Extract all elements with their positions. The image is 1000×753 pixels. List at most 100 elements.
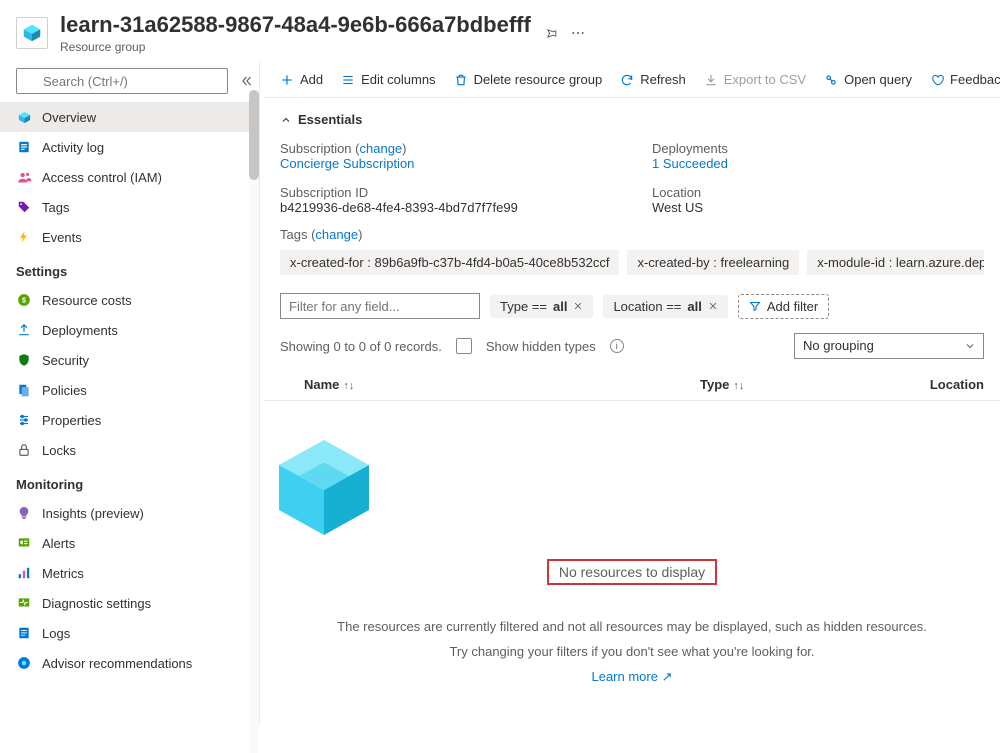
- sidebar-item-properties[interactable]: Properties: [0, 405, 259, 435]
- essentials-toggle[interactable]: Essentials: [280, 108, 984, 131]
- grouping-value: No grouping: [794, 333, 984, 359]
- nav-label: Insights (preview): [42, 506, 144, 521]
- close-icon[interactable]: [708, 301, 718, 311]
- nav-label: Events: [42, 230, 82, 245]
- shield-icon: [16, 352, 32, 368]
- nav-label: Overview: [42, 110, 96, 125]
- status-row: Showing 0 to 0 of 0 records. Show hidden…: [264, 327, 1000, 369]
- add-button[interactable]: Add: [280, 72, 323, 87]
- sidebar-item-metrics[interactable]: Metrics: [0, 558, 259, 588]
- open-query-button[interactable]: Open query: [824, 72, 912, 87]
- tag-pill[interactable]: x-module-id : learn.azure.deploy-az: [807, 250, 984, 275]
- loc-value: West US: [652, 200, 984, 215]
- column-type[interactable]: Type↑↓: [700, 377, 900, 392]
- learn-more-link[interactable]: Learn more: [591, 669, 657, 684]
- collapse-sidebar-icon[interactable]: [236, 70, 258, 92]
- column-location[interactable]: Location: [900, 377, 984, 392]
- sidebar-item-iam[interactable]: Access control (IAM): [0, 162, 259, 192]
- filter-location-pill[interactable]: Location == all: [603, 295, 727, 318]
- sidebar-item-insights[interactable]: Insights (preview): [0, 498, 259, 528]
- nav-section-settings: Settings: [0, 252, 259, 285]
- page-header: learn-31a62588-9867-48a4-9e6b-666a7bdbef…: [0, 0, 1000, 62]
- sidebar-item-activity-log[interactable]: Activity log: [0, 132, 259, 162]
- records-count: Showing 0 to 0 of 0 records.: [280, 339, 442, 354]
- nav-label: Activity log: [42, 140, 104, 155]
- add-filter-label: Add filter: [767, 299, 818, 314]
- subscription-link[interactable]: Concierge Subscription: [280, 156, 612, 171]
- tool-label: Edit columns: [361, 72, 435, 87]
- download-icon: [704, 73, 718, 87]
- search-wrap: [16, 68, 228, 94]
- pin-icon[interactable]: [543, 26, 558, 41]
- sidebar-item-costs[interactable]: $ Resource costs: [0, 285, 259, 315]
- column-name[interactable]: Name↑↓: [280, 377, 700, 392]
- filter-bar: Type == all Location == all Add filter: [264, 279, 1000, 327]
- sidebar-item-security[interactable]: Security: [0, 345, 259, 375]
- th-label: Name: [304, 377, 339, 392]
- grouping-dropdown[interactable]: No grouping: [794, 333, 984, 359]
- dep-label: Deployments: [652, 141, 984, 156]
- close-icon[interactable]: [573, 301, 583, 311]
- empty-line1: The resources are currently filtered and…: [304, 619, 960, 634]
- nav-label: Properties: [42, 413, 101, 428]
- advisor-icon: [16, 655, 32, 671]
- sidebar-item-deployments[interactable]: Deployments: [0, 315, 259, 345]
- cube-icon: [16, 109, 32, 125]
- table-header: Name↑↓ Type↑↓ Location: [264, 369, 1000, 401]
- lightning-icon: [16, 229, 32, 245]
- subid-label: Subscription ID: [280, 185, 612, 200]
- alert-icon: [16, 535, 32, 551]
- sidebar-item-policies[interactable]: Policies: [0, 375, 259, 405]
- sidebar-item-diagnostic[interactable]: Diagnostic settings: [0, 588, 259, 618]
- more-icon[interactable]: [570, 25, 586, 41]
- search-input[interactable]: [16, 68, 228, 94]
- filter-label: Type ==: [500, 299, 547, 314]
- nav-label: Security: [42, 353, 89, 368]
- nav-label: Logs: [42, 626, 70, 641]
- sidebar-item-logs[interactable]: Logs: [0, 618, 259, 648]
- field-location: Location West US: [652, 185, 984, 215]
- scrollbar-thumb[interactable]: [249, 90, 259, 180]
- filter-input[interactable]: [280, 293, 480, 319]
- sidebar-item-tags[interactable]: Tags: [0, 192, 259, 222]
- essentials-panel: Essentials Subscription (change) Concier…: [264, 98, 1000, 279]
- field-tags: Tags (change) x-created-for : 89b6a9fb-c…: [280, 221, 984, 275]
- add-filter-button[interactable]: Add filter: [738, 294, 829, 319]
- nav-label: Diagnostic settings: [42, 596, 151, 611]
- nav-label: Tags: [42, 200, 69, 215]
- filter-type-pill[interactable]: Type == all: [490, 295, 593, 318]
- loc-label: Location: [652, 185, 984, 200]
- empty-cube-icon: [264, 425, 384, 545]
- tag-pill[interactable]: x-created-by : freelearning: [627, 250, 799, 275]
- filter-plus-icon: [749, 300, 761, 312]
- show-hidden-checkbox[interactable]: [456, 338, 472, 354]
- sidebar-item-alerts[interactable]: Alerts: [0, 528, 259, 558]
- feedback-button[interactable]: Feedback: [930, 72, 1000, 87]
- svg-text:$: $: [22, 297, 26, 304]
- settings-icon: [16, 412, 32, 428]
- export-csv-button[interactable]: Export to CSV: [704, 72, 806, 87]
- tag-pill[interactable]: x-created-for : 89b6a9fb-c37b-4fd4-b0a5-…: [280, 250, 619, 275]
- metrics-icon: [16, 565, 32, 581]
- cost-icon: $: [16, 292, 32, 308]
- tool-label: Open query: [844, 72, 912, 87]
- columns-icon: [341, 73, 355, 87]
- sidebar-scrollbar[interactable]: [249, 90, 259, 753]
- change-subscription-link[interactable]: change: [360, 141, 403, 156]
- refresh-button[interactable]: Refresh: [620, 72, 686, 87]
- info-icon[interactable]: i: [610, 339, 624, 353]
- delete-rg-button[interactable]: Delete resource group: [454, 72, 603, 87]
- sidebar-item-advisor[interactable]: Advisor recommendations: [0, 648, 259, 678]
- deployments-link[interactable]: 1 Succeeded: [652, 156, 984, 171]
- external-icon: ↗: [662, 669, 673, 684]
- sidebar-item-overview[interactable]: Overview: [0, 102, 259, 132]
- th-label: Location: [930, 377, 984, 392]
- edit-columns-button[interactable]: Edit columns: [341, 72, 435, 87]
- sidebar-item-events[interactable]: Events: [0, 222, 259, 252]
- change-tags-link[interactable]: change: [315, 227, 358, 242]
- log-icon: [16, 139, 32, 155]
- nav-label: Policies: [42, 383, 87, 398]
- sidebar-item-locks[interactable]: Locks: [0, 435, 259, 465]
- nav-label: Locks: [42, 443, 76, 458]
- main-content: Add Edit columns Delete resource group R…: [260, 62, 1000, 725]
